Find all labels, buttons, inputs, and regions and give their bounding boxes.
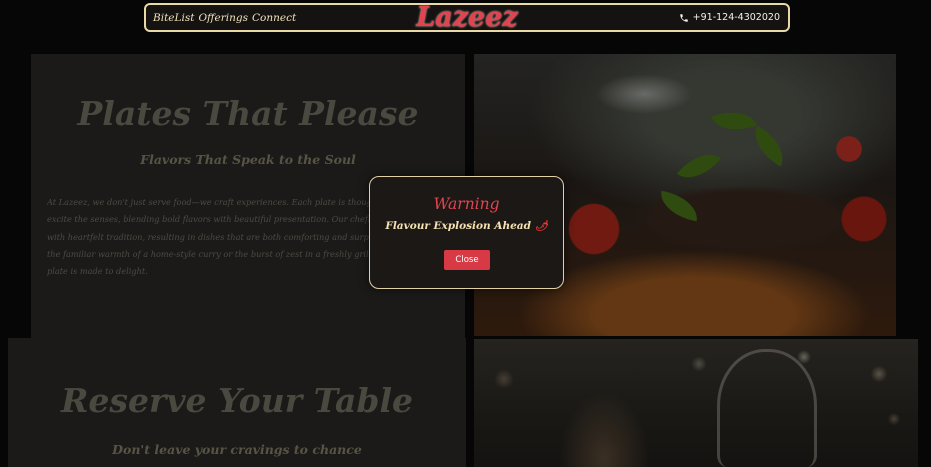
logo[interactable]: Lazeez [416,2,518,33]
modal-message: Flavour Explosion Ahead 🌶 [370,220,563,232]
modal-title: Warning [433,195,500,213]
chili-pepper-icon: 🌶 [534,220,548,232]
phone-contact[interactable]: +91-124-4302020 [679,12,780,23]
close-button[interactable]: Close [444,250,490,270]
phone-number: +91-124-4302020 [692,12,780,23]
nav-link-connect[interactable]: Connect [252,12,296,24]
nav-links: BiteList Offerings Connect [153,12,296,24]
navbar: BiteList Offerings Connect Lazeez +91-12… [144,2,790,33]
modal-message-text: Flavour Explosion Ahead [385,220,531,232]
nav-link-bitelist[interactable]: BiteList [153,12,194,24]
phone-icon [679,13,688,22]
nav-link-offerings[interactable]: Offerings [198,12,248,24]
warning-modal: Warning Flavour Explosion Ahead 🌶 Close [369,176,564,289]
